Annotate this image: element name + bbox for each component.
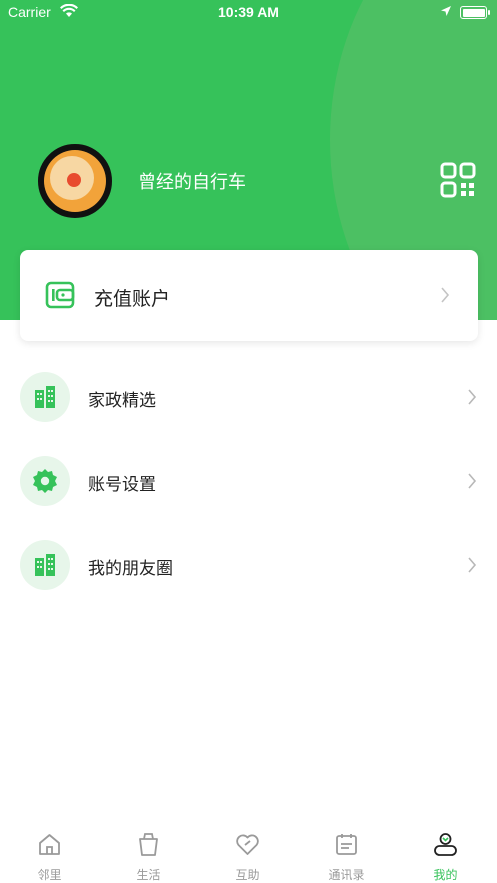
menu-item-friends-circle[interactable]: 我的朋友圈 — [0, 536, 497, 596]
recharge-account-label: 充值账户 — [94, 288, 171, 310]
avatar-center — [67, 173, 81, 187]
tab-contacts[interactable]: 通讯录 — [297, 820, 396, 883]
home-icon — [39, 834, 60, 855]
tab-label: 邻里 — [37, 868, 62, 882]
cup-icon — [139, 833, 158, 856]
tab-label: 生活 — [136, 868, 161, 882]
battery-icon — [460, 6, 487, 19]
menu-item-label: 账号设置 — [88, 475, 156, 495]
status-bar: Carrier 10:39 AM — [0, 0, 497, 26]
tab-label: 我的 — [433, 868, 458, 882]
username[interactable]: 曾经的自行车 — [138, 168, 246, 194]
menu-item-housekeeping[interactable]: 家政精选 — [0, 368, 497, 428]
location-arrow-icon — [440, 5, 452, 21]
menu-item-account-settings[interactable]: 账号设置 — [0, 452, 497, 512]
avatar[interactable] — [38, 144, 112, 218]
building-icon — [20, 372, 70, 422]
building-icon — [20, 540, 70, 590]
tab-label: 互助 — [235, 868, 260, 882]
qr-code-button[interactable] — [440, 162, 476, 198]
chevron-right-icon — [440, 286, 450, 308]
tab-mutual-aid[interactable]: 互助 — [198, 820, 297, 883]
clock: 10:39 AM — [218, 4, 279, 20]
heart-icon — [236, 834, 259, 855]
tab-neighborhood[interactable]: 邻里 — [0, 820, 99, 883]
chevron-right-icon — [467, 388, 477, 410]
calendar-icon — [336, 834, 357, 855]
qr-code-icon — [440, 162, 476, 198]
chevron-right-icon — [467, 472, 477, 494]
gear-icon — [20, 456, 70, 506]
user-icon — [434, 833, 457, 856]
menu-item-label: 我的朋友圈 — [88, 559, 173, 579]
wallet-icon — [45, 281, 75, 313]
recharge-account-card[interactable]: 充值账户 — [20, 250, 478, 341]
chevron-right-icon — [467, 556, 477, 578]
tab-bar: 邻里 生活 互助 通讯录 我的 — [0, 820, 497, 883]
battery-tip — [488, 10, 490, 15]
tab-life[interactable]: 生活 — [99, 820, 198, 883]
tab-mine[interactable]: 我的 — [396, 820, 495, 883]
menu-item-label: 家政精选 — [88, 391, 156, 411]
tab-label: 通讯录 — [328, 868, 365, 882]
